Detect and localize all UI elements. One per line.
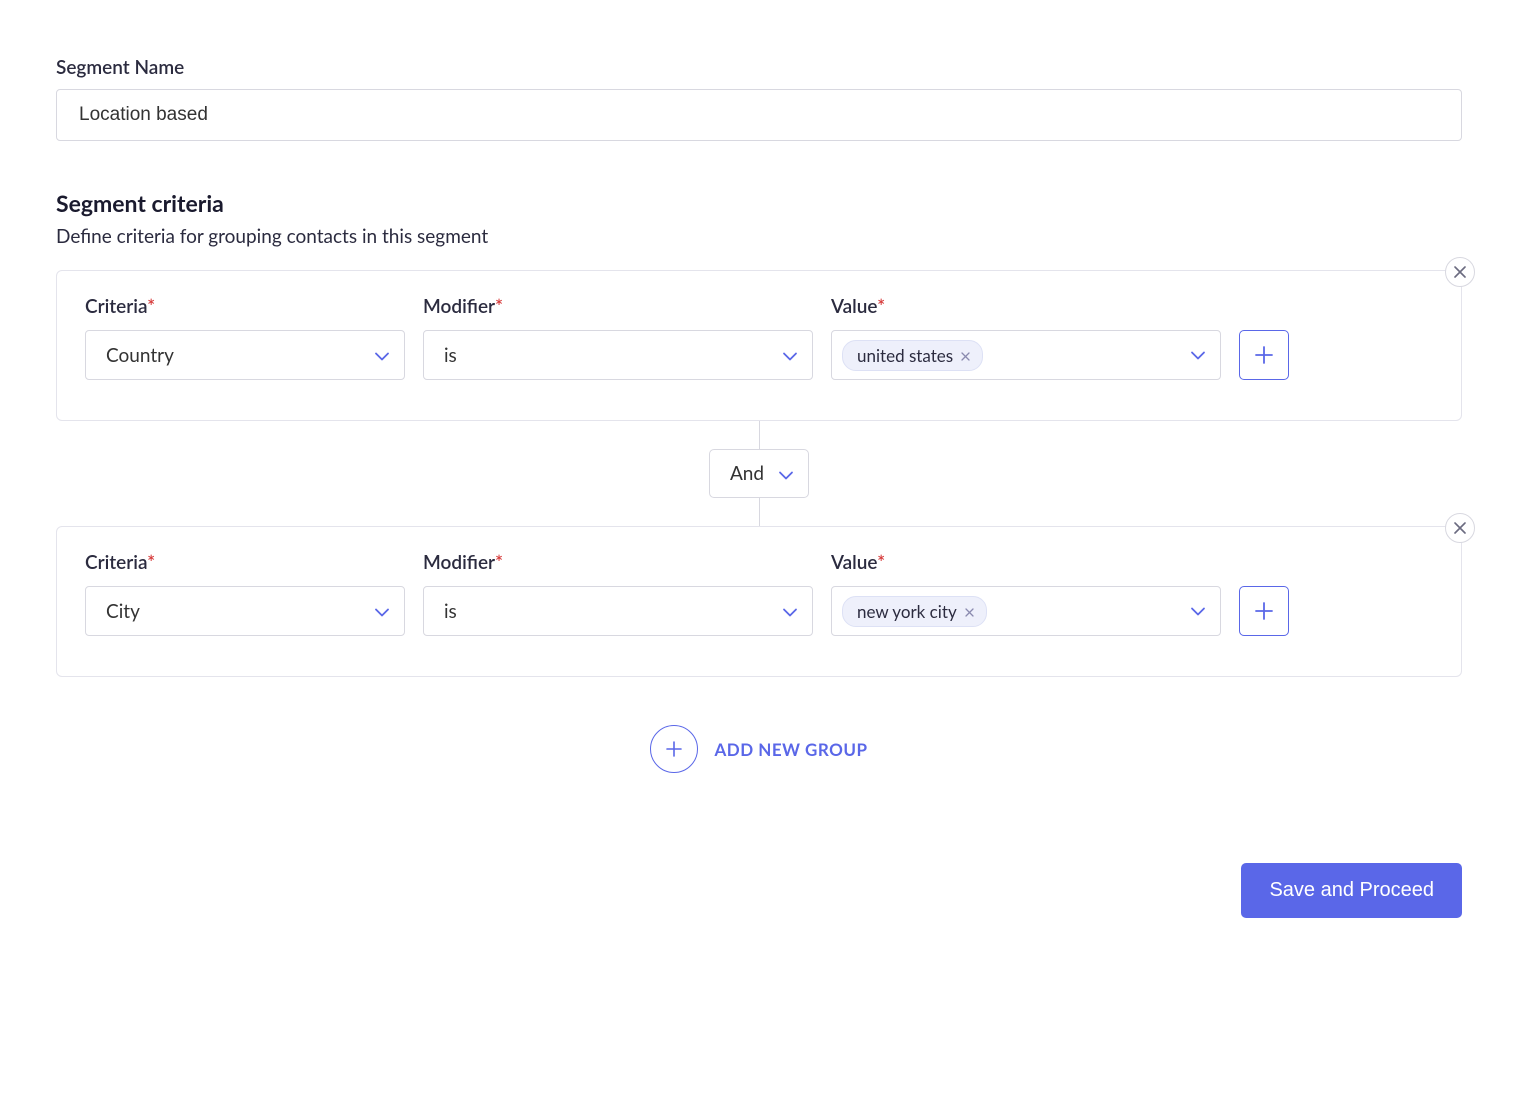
segment-criteria-heading: Segment criteria — [56, 189, 1462, 217]
required-mark: * — [877, 551, 885, 574]
close-icon — [1454, 266, 1466, 278]
connector-select-value: And — [730, 462, 764, 485]
chevron-down-icon — [782, 344, 798, 367]
group-connector: And — [56, 421, 1462, 526]
required-mark: * — [147, 551, 155, 574]
add-criteria-button[interactable] — [1239, 586, 1289, 636]
connector-select[interactable]: And — [709, 449, 809, 498]
add-new-group-button[interactable]: ADD NEW GROUP — [56, 725, 1462, 773]
chevron-down-icon — [374, 344, 390, 367]
criteria-select-value: Country — [106, 344, 174, 367]
tag-remove-icon[interactable] — [959, 347, 972, 364]
value-field-label: Value* — [831, 551, 1221, 574]
remove-group-button[interactable] — [1445, 257, 1475, 287]
add-group-circle-icon — [650, 725, 698, 773]
value-tag: united states — [842, 340, 983, 371]
criteria-select[interactable]: Country — [85, 330, 405, 380]
segment-name-label: Segment Name — [56, 56, 1462, 79]
value-tag: new york city — [842, 596, 987, 627]
modifier-select[interactable]: is — [423, 330, 813, 380]
save-and-proceed-button[interactable]: Save and Proceed — [1241, 863, 1462, 918]
required-mark: * — [147, 295, 155, 318]
segment-criteria-subheading: Define criteria for grouping contacts in… — [56, 225, 1462, 248]
chevron-down-icon — [1190, 602, 1206, 621]
modifier-select-value: is — [444, 600, 457, 623]
modifier-select[interactable]: is — [423, 586, 813, 636]
footer-actions: Save and Proceed — [56, 863, 1462, 918]
criteria-select[interactable]: City — [85, 586, 405, 636]
connector-line — [759, 498, 760, 526]
tag-remove-icon[interactable] — [963, 603, 976, 620]
plus-icon — [1254, 601, 1274, 621]
segment-name-input[interactable] — [56, 89, 1462, 141]
add-criteria-button[interactable] — [1239, 330, 1289, 380]
required-mark: * — [877, 295, 885, 318]
modifier-field-label: Modifier* — [423, 295, 813, 318]
value-tag-text: new york city — [857, 601, 957, 622]
chevron-down-icon — [1190, 346, 1206, 365]
modifier-field-label: Modifier* — [423, 551, 813, 574]
criteria-field-label: Criteria* — [85, 295, 405, 318]
required-mark: * — [495, 551, 503, 574]
plus-icon — [664, 739, 684, 759]
value-field-label: Value* — [831, 295, 1221, 318]
close-icon — [1454, 522, 1466, 534]
value-tag-input[interactable]: new york city — [831, 586, 1221, 636]
plus-icon — [1254, 345, 1274, 365]
connector-line — [759, 421, 760, 449]
value-tag-text: united states — [857, 345, 953, 366]
criteria-group: Criteria* City Modifier* is Value* new y… — [56, 526, 1462, 677]
criteria-field-label: Criteria* — [85, 551, 405, 574]
chevron-down-icon — [778, 462, 794, 485]
value-tag-input[interactable]: united states — [831, 330, 1221, 380]
chevron-down-icon — [782, 600, 798, 623]
modifier-select-value: is — [444, 344, 457, 367]
chevron-down-icon — [374, 600, 390, 623]
remove-group-button[interactable] — [1445, 513, 1475, 543]
criteria-group: Criteria* Country Modifier* is Value* un… — [56, 270, 1462, 421]
required-mark: * — [495, 295, 503, 318]
add-new-group-label: ADD NEW GROUP — [714, 739, 867, 760]
criteria-select-value: City — [106, 600, 140, 623]
